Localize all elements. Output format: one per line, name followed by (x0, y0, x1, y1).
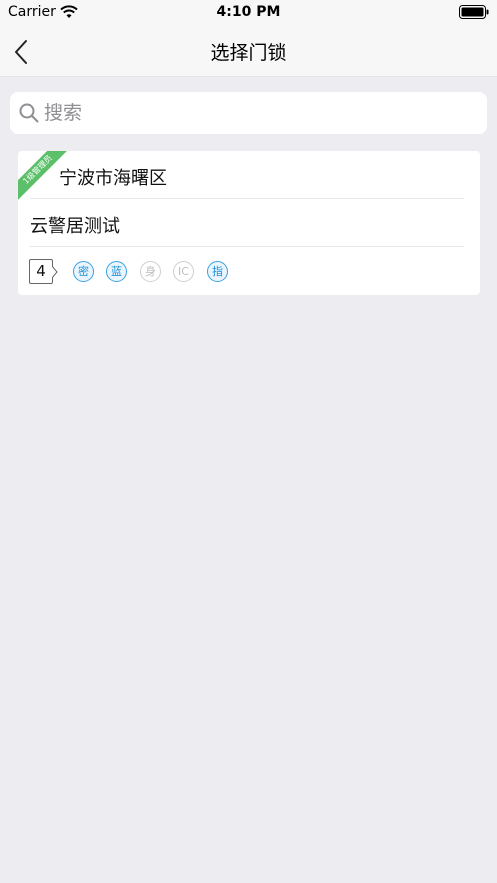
search-bar[interactable] (10, 92, 487, 134)
battery-icon (459, 5, 489, 19)
divider (30, 198, 464, 199)
nav-bar: 选择门锁 (0, 26, 497, 77)
search-icon (19, 103, 39, 123)
status-bar: Carrier 4:10 PM (0, 0, 497, 26)
feature-ic-card-icon: IC (173, 261, 194, 282)
lock-address: 宁波市海曙区 (59, 168, 167, 189)
feature-id-card-icon: 身 (140, 261, 161, 282)
badge-pointer-icon (52, 266, 58, 278)
feature-bluetooth-icon: 蓝 (106, 261, 127, 282)
feature-fingerprint-icon: 指 (207, 261, 228, 282)
page-title: 选择门锁 (210, 42, 287, 64)
lock-name: 云警居测试 (30, 216, 120, 237)
feature-password-icon: 密 (73, 261, 94, 282)
status-time: 4:10 PM (216, 4, 281, 20)
lock-card[interactable]: 1级管理员 宁波市海曙区 云警居测试 4 密 蓝 身 IC 指 (18, 151, 480, 295)
divider (30, 246, 464, 247)
lock-count-badge: 4 (29, 259, 53, 284)
search-input[interactable] (44, 98, 474, 128)
